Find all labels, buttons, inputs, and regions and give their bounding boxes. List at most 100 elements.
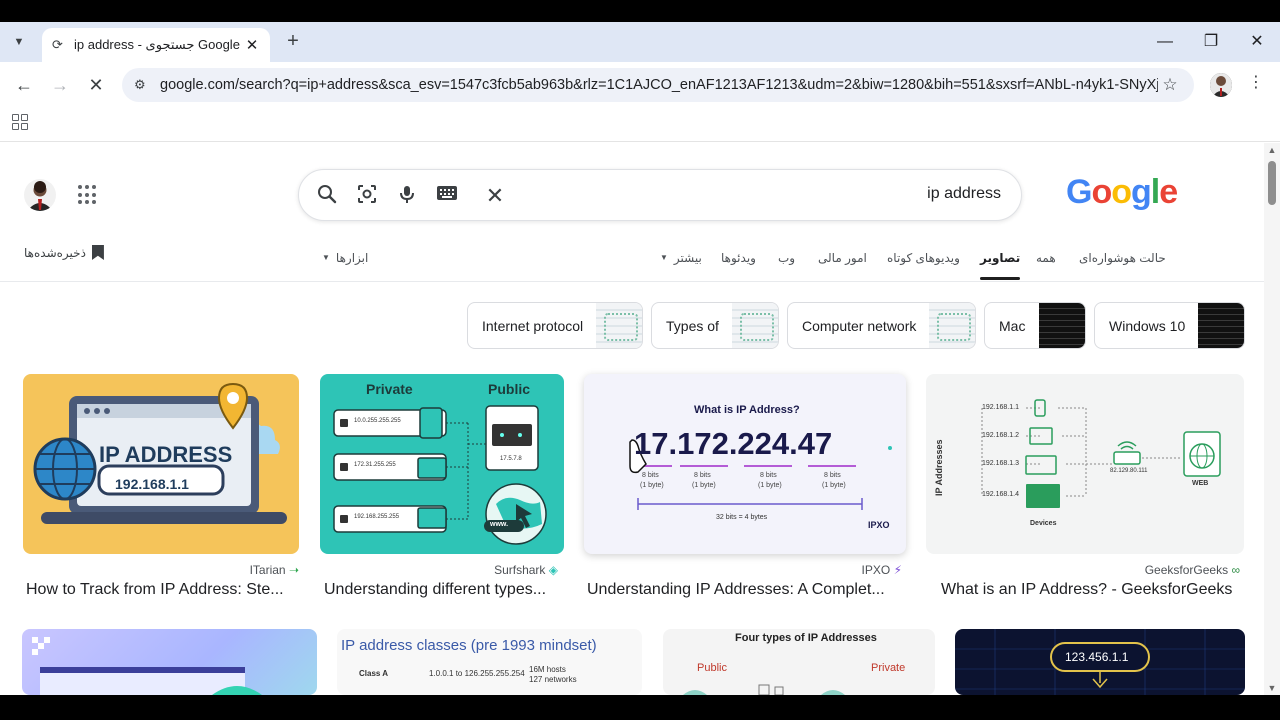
url-text[interactable]: google.com/search?q=ip+address&sca_esv=1…	[160, 77, 1158, 93]
tab-videos[interactable]: ویدئوها	[721, 251, 756, 265]
google-logo[interactable]: Google	[1066, 173, 1178, 212]
clear-search-icon[interactable]: ✕	[483, 184, 507, 208]
source-favicon-icon: ∞	[1231, 563, 1240, 577]
minimize-icon[interactable]: —	[1150, 32, 1180, 52]
apps-grid-icon[interactable]	[12, 114, 28, 130]
site-settings-icon[interactable]: ⚙	[134, 77, 156, 93]
private-ip-text: 172.31.255.255	[354, 462, 396, 468]
tools-label: ابزارها	[335, 251, 369, 265]
chip-thumbnail	[1039, 303, 1085, 348]
profile-avatar-icon[interactable]	[1210, 73, 1232, 97]
class-label: Class A	[359, 669, 389, 678]
tab-ai-mode[interactable]: حالت هوشواره‌ای	[1079, 251, 1166, 265]
image-heading: What is IP Address?	[694, 404, 800, 416]
chip-thumbnail	[929, 303, 975, 348]
result-source[interactable]: ITarian ➝	[250, 563, 299, 577]
image-result-row2[interactable]: 123.456.1.1	[955, 629, 1245, 695]
result-caption[interactable]: Understanding different types...	[324, 581, 560, 599]
tab-finance[interactable]: امور مالی	[818, 251, 867, 265]
bytes-label: (1 byte)	[640, 482, 664, 489]
device-ip-text: 192.168.1.1	[982, 404, 1019, 411]
bookmark-star-icon[interactable]: ☆	[1158, 75, 1182, 95]
chip-windows-10[interactable]: Windows 10	[1094, 302, 1245, 349]
back-arrow-icon[interactable]: ←	[12, 74, 36, 96]
result-caption[interactable]: What is an IP Address? - GeeksforGeeks	[941, 581, 1244, 599]
restore-icon[interactable]: ❐	[1196, 32, 1226, 52]
scroll-up-arrow-icon[interactable]: ▲	[1267, 145, 1277, 155]
image-result-row2[interactable]	[22, 629, 317, 695]
search-query-text[interactable]: ip address	[927, 185, 1001, 203]
image-result[interactable]: What is IP Address? 17.172.224.47 8 bits…	[584, 374, 906, 598]
page-scrollbar[interactable]: ▲ ▼	[1264, 143, 1280, 695]
bytes-label: (1 byte)	[692, 482, 716, 489]
window-close-icon[interactable]: ✕	[1242, 32, 1272, 52]
result-image[interactable]: IP ADDRESS 192.168.1.1	[23, 374, 299, 554]
loading-icon: ⟳	[52, 37, 63, 52]
image-result[interactable]: Private Public 10.0.255.255.255 172.31.2…	[320, 374, 564, 598]
google-apps-icon[interactable]	[78, 185, 98, 205]
result-image[interactable]: What is IP Address? 17.172.224.47 8 bits…	[584, 374, 906, 554]
source-name: Surfshark	[494, 563, 546, 577]
bytes-label: (1 byte)	[758, 482, 782, 489]
dropdown-arrow-icon: ▼	[660, 253, 668, 262]
bookmarks-bar	[0, 108, 1280, 142]
tab-all[interactable]: همه	[1036, 251, 1056, 265]
chip-internet-protocol[interactable]: Internet protocol	[467, 302, 643, 349]
forward-arrow-icon[interactable]: →	[48, 74, 72, 96]
devices-label: Devices	[1030, 520, 1057, 527]
tab-web[interactable]: وب	[778, 251, 795, 265]
tools-dropdown[interactable]: ابزارها ▼	[322, 251, 368, 265]
chip-computer-network[interactable]: Computer network	[787, 302, 976, 349]
chip-types-of[interactable]: Types of	[651, 302, 779, 349]
result-source[interactable]: GeeksforGeeks ∞	[1145, 563, 1240, 577]
chip-label: Types of	[666, 317, 719, 334]
bottom-letterbox	[0, 695, 1280, 720]
saved-button[interactable]: ذخیره‌شده‌ها	[24, 245, 104, 260]
class-hosts: 16M hosts	[529, 665, 566, 674]
keyboard-icon[interactable]	[435, 184, 459, 208]
browser-menu-icon[interactable]: ⋮	[1248, 72, 1264, 92]
image-result-row2[interactable]: Four types of IP Addresses Public Privat…	[663, 629, 935, 695]
classes-title: IP address classes (pre 1993 mindset)	[341, 637, 597, 654]
result-source[interactable]: Surfshark ◈	[494, 563, 558, 577]
search-icon[interactable]	[315, 184, 339, 208]
tab-search-chevron-icon[interactable]: ▼	[6, 30, 32, 54]
scroll-down-arrow-icon[interactable]: ▼	[1267, 683, 1277, 693]
result-source[interactable]: IPXO ⚡	[862, 563, 902, 577]
web-label: WEB	[1192, 480, 1209, 487]
bits-label: 8 bits	[824, 472, 841, 479]
image-address: 17.172.224.47	[634, 426, 833, 461]
address-bar[interactable]: ⚙ google.com/search?q=ip+address&sca_esv…	[122, 68, 1194, 102]
scrollbar-thumb[interactable]	[1268, 161, 1276, 205]
logo-letter: e	[1159, 173, 1178, 211]
search-box[interactable]: ✕ ip address	[298, 169, 1022, 221]
result-image[interactable]: Private Public 10.0.255.255.255 172.31.2…	[320, 374, 564, 554]
new-tab-plus-icon[interactable]: +	[283, 31, 303, 53]
tab-close-icon[interactable]: ✕	[244, 36, 260, 54]
image-ip-text: 192.168.1.1	[115, 476, 189, 492]
bits-label: 8 bits	[760, 472, 777, 479]
tabs-divider	[0, 281, 1264, 282]
chip-label: Windows 10	[1109, 317, 1186, 334]
tab-active[interactable]: ⟳ ip address - جستجوی Google ✕	[42, 28, 270, 62]
search-results-page: ✕ ip address Google ذخیره‌شده‌ها ابزارها…	[0, 143, 1264, 695]
image-result[interactable]: IP Addresses 192.168.1.1 192.168.1.2 192…	[926, 374, 1244, 598]
bytes-label: (1 byte)	[822, 482, 846, 489]
top-letterbox	[0, 0, 1280, 22]
image-result-row2[interactable]: IP address classes (pre 1993 mindset) Cl…	[337, 629, 642, 695]
device-ip-text: 192.168.1.2	[982, 432, 1019, 439]
bits-label: 8 bits	[642, 472, 659, 479]
tab-images[interactable]: تصاویر	[980, 251, 1021, 280]
result-caption[interactable]: Understanding IP Addresses: A Complet...	[587, 581, 903, 599]
tab-strip: ▼ ⟳ ip address - جستجوی Google ✕ + — ❐ ✕	[0, 22, 1280, 62]
account-avatar-icon[interactable]	[24, 179, 56, 211]
stop-loading-icon[interactable]: ✕	[84, 74, 108, 96]
result-image[interactable]: IP Addresses 192.168.1.1 192.168.1.2 192…	[926, 374, 1244, 554]
tab-short-videos[interactable]: ویدیوهای کوتاه	[887, 251, 960, 265]
image-result[interactable]: IP ADDRESS 192.168.1.1 ITarian ➝ How to …	[23, 374, 299, 598]
chip-mac[interactable]: Mac	[984, 302, 1086, 349]
image-title-text: IP ADDRESS	[99, 442, 233, 467]
result-caption[interactable]: How to Track from IP Address: Ste...	[26, 581, 298, 599]
microphone-icon[interactable]	[395, 184, 419, 208]
lens-camera-icon[interactable]	[355, 184, 379, 208]
